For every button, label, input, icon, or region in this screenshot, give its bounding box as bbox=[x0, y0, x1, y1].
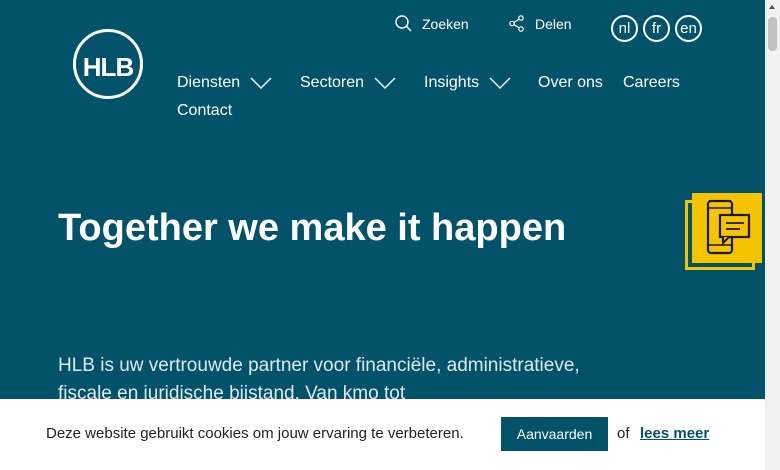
cookie-of-label: of bbox=[617, 425, 630, 442]
chevron-down-icon bbox=[250, 77, 272, 89]
hero-title: Together we make it happen bbox=[58, 207, 567, 249]
share-button[interactable]: Delen bbox=[508, 15, 572, 32]
phone-chat-icon bbox=[706, 199, 751, 255]
nav-item-over-ons[interactable]: Over ons bbox=[538, 74, 603, 92]
nav-label: Sectoren bbox=[300, 74, 365, 91]
search-label: Zoeken bbox=[422, 15, 469, 32]
chevron-down-icon bbox=[489, 77, 511, 89]
nav-label: Diensten bbox=[177, 74, 241, 91]
nav-item-insights[interactable]: Insights bbox=[424, 74, 511, 92]
nav-item-diensten[interactable]: Diensten bbox=[177, 74, 272, 92]
language-switcher: nl fr en bbox=[611, 15, 702, 42]
contact-widget-button[interactable] bbox=[685, 193, 763, 271]
nav-item-sectoren[interactable]: Sectoren bbox=[300, 74, 396, 92]
share-label: Delen bbox=[535, 15, 572, 32]
chevron-down-icon bbox=[374, 77, 396, 89]
vertical-scrollbar[interactable] bbox=[765, 0, 780, 470]
cookie-banner: Deze website gebruikt cookies om jouw er… bbox=[0, 399, 765, 470]
contact-widget-face bbox=[692, 193, 762, 263]
hlb-logo[interactable]: HLB bbox=[73, 29, 143, 99]
lang-en[interactable]: en bbox=[675, 15, 702, 42]
lang-nl[interactable]: nl bbox=[611, 15, 638, 42]
share-icon bbox=[509, 15, 524, 32]
cookie-text: Deze website gebruikt cookies om jouw er… bbox=[46, 425, 464, 442]
search-button[interactable]: Zoeken bbox=[395, 15, 469, 32]
scrollbar-thumb[interactable] bbox=[768, 17, 777, 51]
logo-text: HLB bbox=[82, 52, 134, 82]
nav-item-careers[interactable]: Careers bbox=[623, 74, 680, 92]
read-more-link[interactable]: lees meer bbox=[640, 425, 709, 442]
accept-cookies-button[interactable]: Aanvaarden bbox=[501, 417, 608, 451]
nav-label: Over ons bbox=[538, 74, 603, 91]
nav-label: Contact bbox=[177, 102, 233, 119]
nav-label: Insights bbox=[424, 74, 480, 91]
search-icon bbox=[395, 15, 412, 32]
scroll-up-arrow[interactable] bbox=[765, 0, 780, 15]
nav-item-contact[interactable]: Contact bbox=[177, 102, 232, 120]
lang-fr[interactable]: fr bbox=[643, 15, 670, 42]
nav-label: Careers bbox=[623, 74, 680, 91]
